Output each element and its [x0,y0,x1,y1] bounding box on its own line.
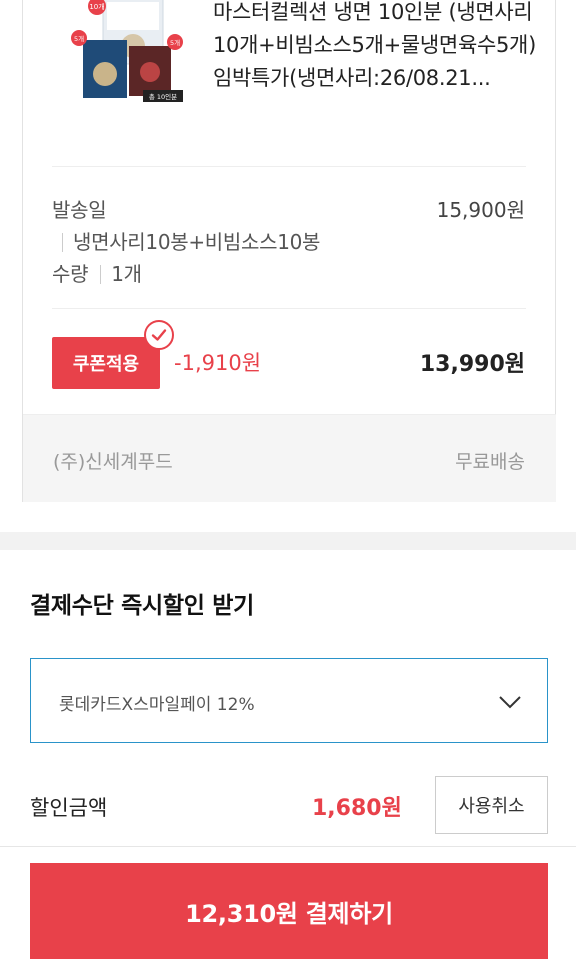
product-title[interactable]: 마스터컬렉션 냉면 10인분 (냉면사리10개+비빔소스5개+물냉면육수5개) … [213,0,553,95]
bottom-pay-bar: 12,310원 결제하기 [0,846,576,960]
divider [52,308,526,309]
coupon-discount: -1,910원 [174,351,262,375]
option-row: 냉면사리10봉+비빔소스10봉 [52,226,320,255]
divider [52,166,526,167]
option-text: 냉면사리10봉+비빔소스10봉 [73,230,321,254]
ship-date-label: 발송일 [52,198,107,222]
original-price: 15,900원 [436,198,525,222]
pay-button[interactable]: 12,310원 결제하기 [30,863,548,959]
badge-total: 총 10인분 [149,92,177,101]
discount-amount-label: 할인금액 [30,796,108,820]
payment-discount-title: 결제수단 즉시할인 받기 [30,593,255,619]
badge-5-left: 5개 [74,34,84,43]
final-price: 13,990원 [419,352,525,377]
chevron-down-icon [499,696,521,709]
product-thumbnail[interactable]: 10개 5개 5개 총 10인분 [67,0,185,108]
quantity-row: 수량 1개 [52,258,142,287]
check-icon [144,320,174,350]
card-discount-select[interactable]: 롯데카드X스마일페이 12% [30,658,548,743]
discount-amount-value: 1,680원 [312,796,402,821]
section-gap [0,532,576,550]
card-option-value: 롯데카드X스마일페이 12% [59,695,255,715]
quantity-divider [100,265,102,284]
cancel-discount-button[interactable]: 사용취소 [435,776,548,834]
seller-bar: (주)신세계푸드 무료배송 [23,414,556,502]
badge-10: 10개 [89,2,104,11]
coupon-apply-button[interactable]: 쿠폰적용 [52,337,160,389]
badge-5-right: 5개 [170,38,180,47]
quantity-value: 1개 [111,262,142,286]
seller-name[interactable]: (주)신세계푸드 [53,447,173,474]
quantity-label: 수량 [52,262,89,286]
shipping-info: 무료배송 [455,451,525,473]
option-divider [62,233,63,252]
